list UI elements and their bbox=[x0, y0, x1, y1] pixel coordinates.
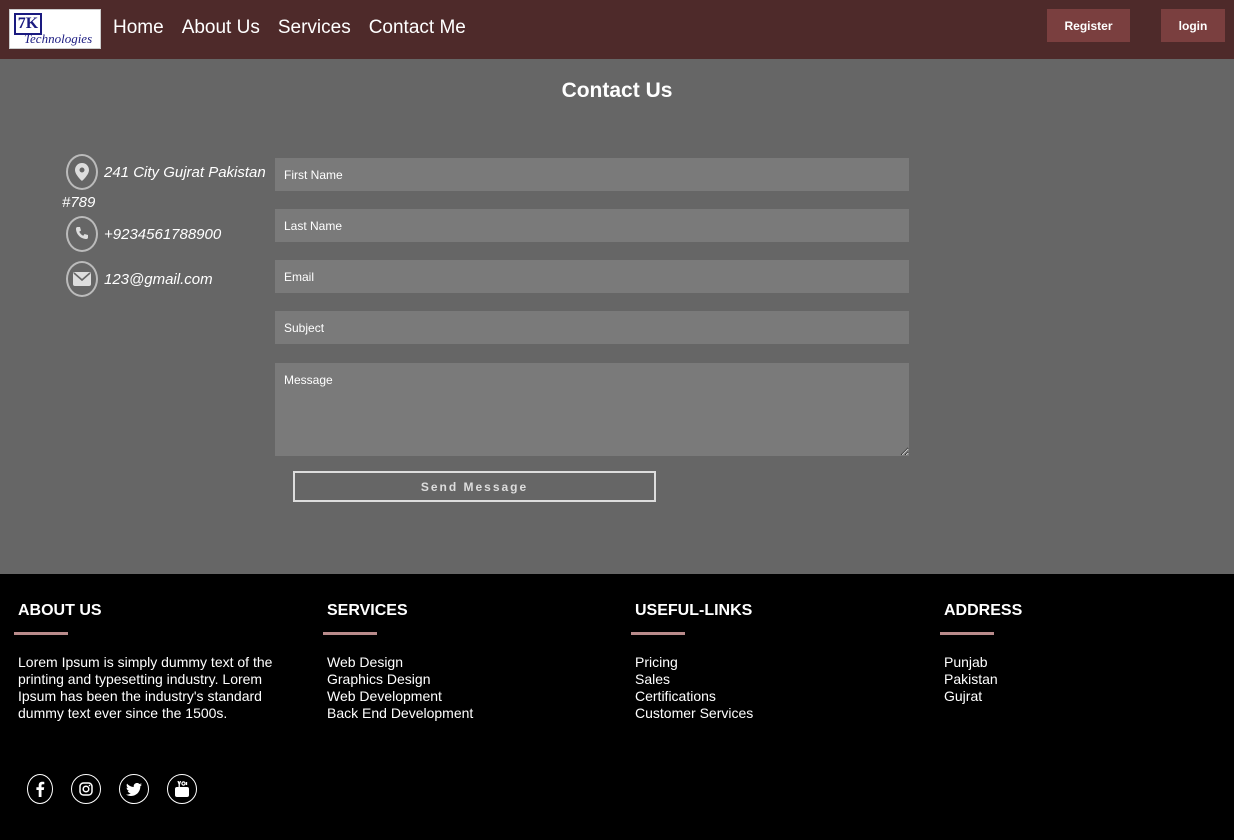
envelope-icon bbox=[66, 261, 98, 297]
navbar: 7K Technologies Home About Us Services C… bbox=[0, 0, 1234, 59]
footer-services-list: Web Design Graphics Design Web Developme… bbox=[327, 654, 473, 722]
address-line1: 241 City Gujrat Pakistan bbox=[104, 163, 266, 181]
register-button[interactable]: Register bbox=[1047, 9, 1130, 42]
phone-icon bbox=[66, 216, 98, 252]
address-item: Gujrat bbox=[944, 688, 983, 704]
twitter-icon[interactable] bbox=[119, 774, 149, 804]
footer-useful-links: USEFUL-LINKS Pricing Sales Certification… bbox=[631, 602, 753, 721]
location-pin-icon bbox=[66, 154, 98, 190]
subject-field[interactable] bbox=[275, 311, 909, 344]
email-field[interactable] bbox=[275, 260, 909, 293]
footer-services-heading: SERVICES bbox=[327, 602, 408, 619]
nav-link-about[interactable]: About Us bbox=[182, 17, 260, 39]
footer: ABOUT US Lorem Ipsum is simply dummy tex… bbox=[0, 574, 1234, 840]
phone-number: +9234561788900 bbox=[104, 225, 222, 243]
footer-links-list: Pricing Sales Certifications Customer Se… bbox=[635, 654, 753, 722]
contact-email: 123@gmail.com bbox=[66, 261, 213, 297]
contact-phone: +9234561788900 bbox=[66, 216, 221, 252]
facebook-icon[interactable] bbox=[27, 774, 53, 804]
brand-logo[interactable]: 7K Technologies bbox=[9, 9, 101, 49]
heading-underline bbox=[631, 632, 685, 635]
address-item: Punjab bbox=[944, 654, 988, 670]
footer-link-sales[interactable]: Sales bbox=[635, 671, 753, 688]
heading-underline bbox=[323, 632, 377, 635]
footer-link-customer-services[interactable]: Customer Services bbox=[635, 705, 753, 722]
footer-address: ADDRESS Punjab Pakistan Gujrat bbox=[940, 602, 1023, 704]
page-title: Contact Us bbox=[561, 79, 673, 102]
youtube-icon[interactable] bbox=[167, 774, 197, 804]
social-links bbox=[27, 774, 215, 804]
address-item: Pakistan bbox=[944, 671, 998, 687]
footer-services: SERVICES Web Design Graphics Design Web … bbox=[323, 602, 473, 721]
footer-about-heading: ABOUT US bbox=[18, 602, 102, 619]
nav-link-contact[interactable]: Contact Me bbox=[369, 17, 466, 39]
footer-link-pricing[interactable]: Pricing bbox=[635, 654, 753, 671]
footer-link-web-development[interactable]: Web Development bbox=[327, 688, 473, 705]
footer-about: ABOUT US Lorem Ipsum is simply dummy tex… bbox=[14, 602, 272, 721]
footer-link-certifications[interactable]: Certifications bbox=[635, 688, 753, 705]
footer-link-back-end-development[interactable]: Back End Development bbox=[327, 705, 473, 722]
heading-underline bbox=[14, 632, 68, 635]
instagram-icon[interactable] bbox=[71, 774, 101, 804]
footer-address-list: Punjab Pakistan Gujrat bbox=[944, 654, 998, 705]
send-message-button[interactable]: Send Message bbox=[293, 471, 656, 502]
logo-text: Technologies bbox=[24, 31, 93, 46]
email-address: 123@gmail.com bbox=[104, 270, 213, 288]
footer-link-web-design[interactable]: Web Design bbox=[327, 654, 473, 671]
first-name-field[interactable] bbox=[275, 158, 909, 191]
main-nav: Home About Us Services Contact Me bbox=[113, 17, 484, 39]
footer-address-heading: ADDRESS bbox=[944, 602, 1023, 619]
footer-link-graphics-design[interactable]: Graphics Design bbox=[327, 671, 473, 688]
address-line2: #789 bbox=[62, 194, 96, 211]
contact-address: 241 City Gujrat Pakistan bbox=[66, 154, 266, 190]
heading-underline bbox=[940, 632, 994, 635]
footer-links-heading: USEFUL-LINKS bbox=[635, 602, 753, 619]
footer-about-text: Lorem Ipsum is simply dummy text of the … bbox=[18, 654, 273, 721]
nav-link-services[interactable]: Services bbox=[278, 17, 351, 39]
last-name-field[interactable] bbox=[275, 209, 909, 242]
login-button[interactable]: login bbox=[1161, 9, 1225, 42]
contact-section: Contact Us 241 City Gujrat Pakistan #789… bbox=[0, 59, 1234, 574]
nav-link-home[interactable]: Home bbox=[113, 17, 164, 39]
message-field[interactable] bbox=[275, 363, 909, 456]
